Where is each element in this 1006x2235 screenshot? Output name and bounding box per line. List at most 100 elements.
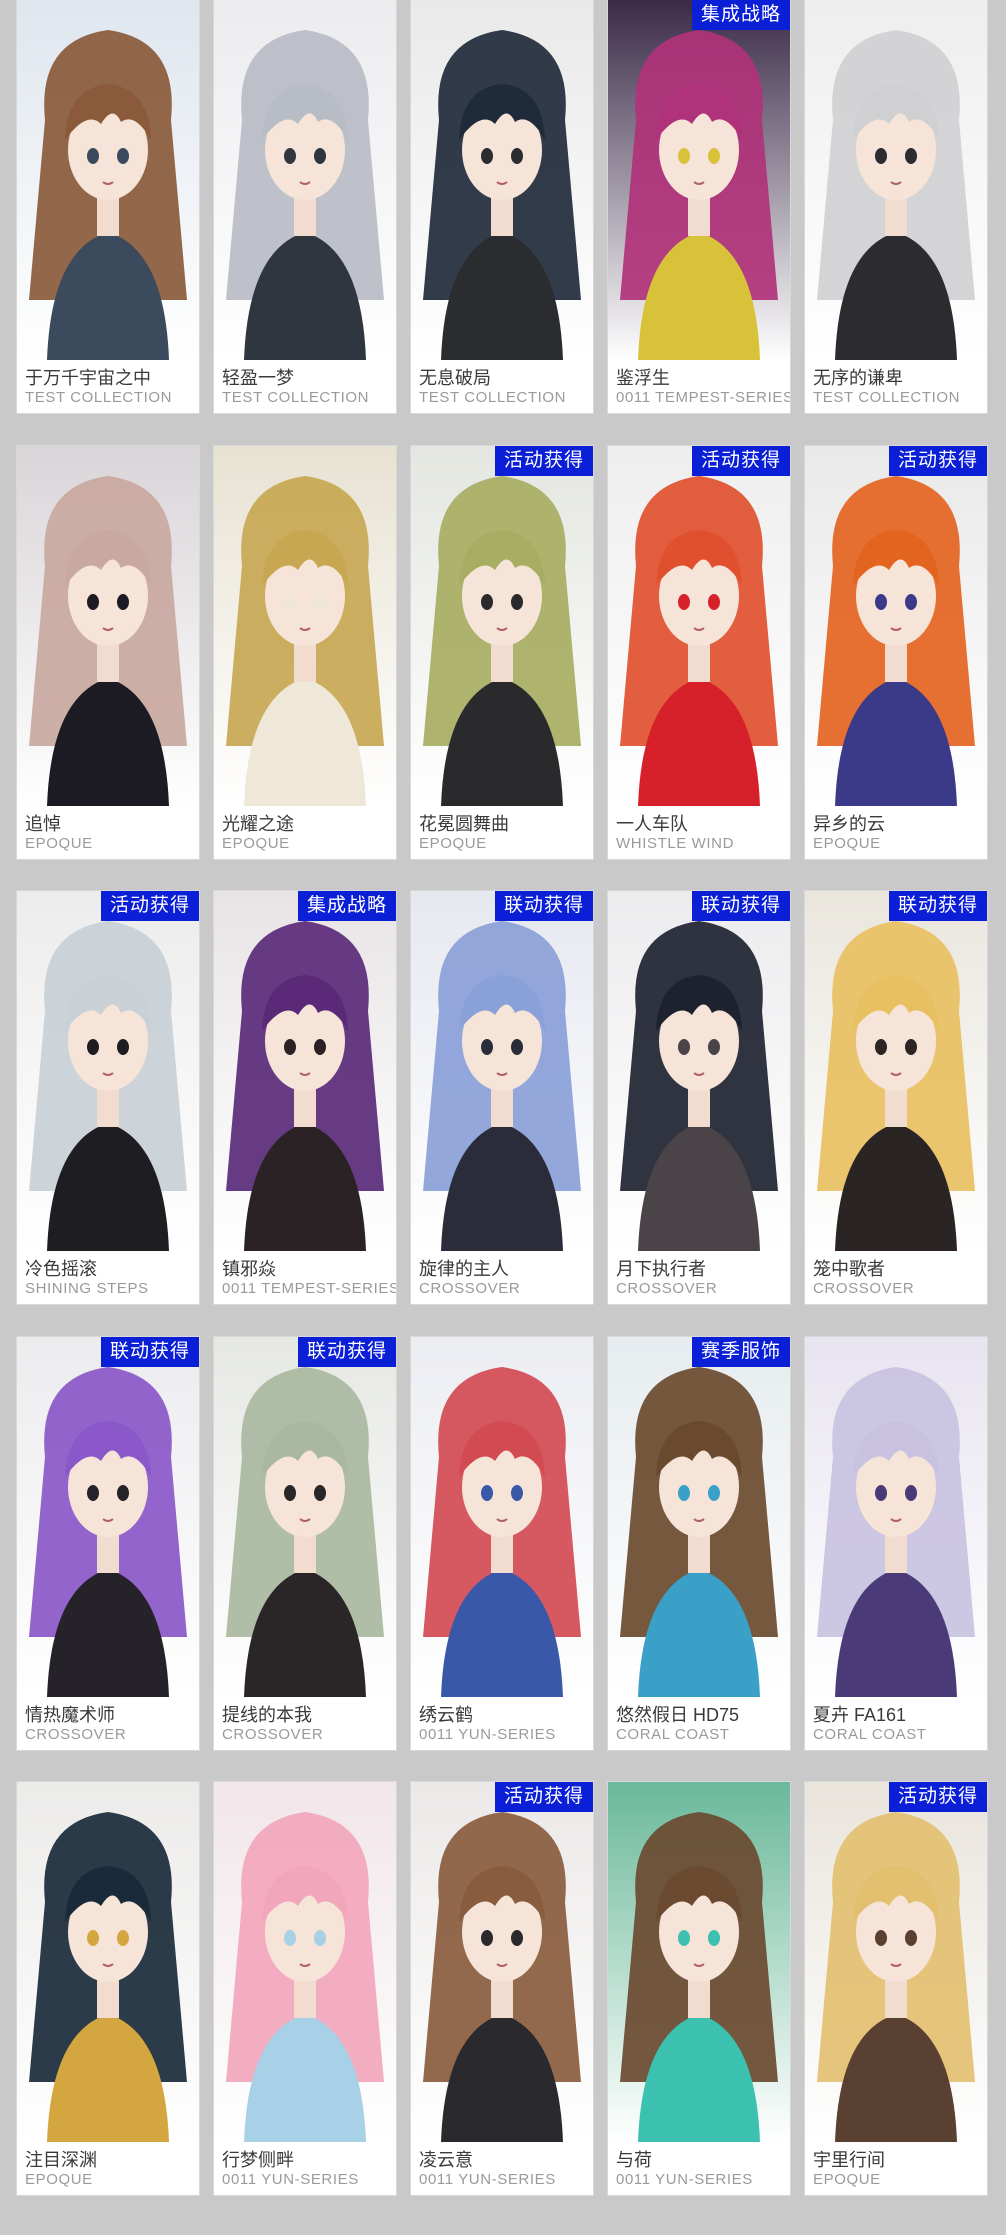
skin-series: EPOQUE	[813, 835, 881, 852]
skin-series: EPOQUE	[419, 835, 487, 852]
skin-card[interactable]: 活动获得宇里行间 EPOQUE	[805, 1782, 987, 2195]
skin-card[interactable]: 联动获得 情热魔术师 CROSSOVER	[17, 1337, 199, 1750]
skin-grid: 于万千宇宙之中 TEST COLLECTION 轻盈一梦 TEST COLLECTIO…	[0, 0, 1006, 2235]
acquisition-badge: 活动获得	[100, 891, 199, 921]
skin-series: 0011 TEMPEST-SERIES	[616, 389, 790, 406]
skin-card[interactable]: 联动获得 笼中歌者 CROSSOVER	[805, 891, 987, 1304]
skin-artwork	[608, 1782, 790, 2142]
skin-name: 宇里行间	[813, 2150, 885, 2170]
skin-artwork	[214, 446, 396, 806]
skin-artwork	[214, 0, 396, 360]
skin-artwork	[214, 1337, 396, 1697]
skin-series: TEST COLLECTION	[419, 389, 567, 406]
skin-artwork	[411, 0, 593, 360]
skin-name: 鉴浮生	[616, 368, 670, 388]
skin-series: 0011 YUN-SERIES	[222, 2171, 359, 2188]
acquisition-badge: 活动获得	[494, 446, 593, 476]
skin-series: CROSSOVER	[813, 1280, 915, 1297]
skin-name: 镇邪焱	[222, 1259, 276, 1279]
skin-artwork	[17, 1782, 199, 2142]
skin-name: 光耀之途	[222, 814, 294, 834]
skin-series: 0011 YUN-SERIES	[419, 1726, 556, 1743]
skin-card[interactable]: 活动获得 凌云意 0011 YUN-SERIES	[411, 1782, 593, 2195]
skin-artwork	[17, 1337, 199, 1697]
acquisition-badge: 联动获得	[691, 891, 790, 921]
skin-series: 0011 YUN-SERIES	[419, 2171, 556, 2188]
acquisition-badge: 赛季服饰	[691, 1337, 790, 1367]
skin-name: 无序的谦卑	[813, 368, 903, 388]
skin-series: CROSSOVER	[222, 1726, 324, 1743]
skin-artwork	[17, 0, 199, 360]
skin-name: 旋律的主人	[419, 1259, 509, 1279]
skin-artwork	[411, 891, 593, 1251]
skin-series: EPOQUE	[813, 2171, 881, 2188]
skin-card[interactable]: 夏卉 FA161 CORAL COAST	[805, 1337, 987, 1750]
skin-card[interactable]: 光耀之途 EPOQUE	[214, 446, 396, 859]
skin-artwork	[608, 1337, 790, 1697]
skin-series: CROSSOVER	[616, 1280, 718, 1297]
skin-card[interactable]: 活动获得 异乡的云 EPOQUE	[805, 446, 987, 859]
skin-card[interactable]: 无序的谦卑 TEST COLLECTION	[805, 0, 987, 413]
skin-name: 与荷	[616, 2150, 652, 2170]
skin-card[interactable]: 联动获得旋律的主人 CROSSOVER	[411, 891, 593, 1304]
skin-artwork	[608, 446, 790, 806]
skin-artwork	[411, 1782, 593, 2142]
skin-series: EPOQUE	[25, 835, 93, 852]
skin-artwork	[805, 1782, 987, 2142]
acquisition-badge: 活动获得	[888, 1782, 987, 1812]
skin-artwork	[805, 446, 987, 806]
skin-name: 冷色摇滚	[25, 1259, 97, 1279]
skin-card[interactable]: 于万千宇宙之中 TEST COLLECTION	[17, 0, 199, 413]
skin-card[interactable]: 联动获得 月下执行者 CROSSOVER	[608, 891, 790, 1304]
acquisition-badge: 联动获得	[297, 1337, 396, 1367]
skin-name: 一人车队	[616, 814, 688, 834]
skin-series: CROSSOVER	[419, 1280, 521, 1297]
skin-card[interactable]: 绣云鹤 0011 YUN-SERIES	[411, 1337, 593, 1750]
skin-series: EPOQUE	[222, 835, 290, 852]
skin-card[interactable]: 集成战略 鉴浮生 0011 TEMPEST-SERIES	[608, 0, 790, 413]
skin-card[interactable]: 活动获得冷色摇滚 SHINING STEPS	[17, 891, 199, 1304]
skin-card[interactable]: 活动获得一人车队 WHISTLE WIND	[608, 446, 790, 859]
skin-name: 无息破局	[419, 368, 491, 388]
skin-name: 情热魔术师	[25, 1705, 115, 1725]
skin-series: CORAL COAST	[616, 1726, 730, 1743]
skin-name: 轻盈一梦	[222, 368, 294, 388]
skin-name: 绣云鹤	[419, 1705, 473, 1725]
skin-card[interactable]: 轻盈一梦 TEST COLLECTION	[214, 0, 396, 413]
skin-series: TEST COLLECTION	[25, 389, 173, 406]
skin-card[interactable]: 联动获得提线的本我 CROSSOVER	[214, 1337, 396, 1750]
skin-name: 悠然假日 HD75	[616, 1705, 740, 1725]
skin-artwork	[411, 446, 593, 806]
skin-name: 花冕圆舞曲	[419, 814, 509, 834]
skin-artwork	[214, 891, 396, 1251]
skin-artwork	[17, 446, 199, 806]
skin-series: 0011 YUN-SERIES	[616, 2171, 753, 2188]
skin-card[interactable]: 注目深渊 EPOQUE	[17, 1782, 199, 2195]
acquisition-badge: 活动获得	[888, 446, 987, 476]
acquisition-badge: 联动获得	[494, 891, 593, 921]
skin-series: 0011 TEMPEST-SERIES	[222, 1280, 396, 1297]
skin-card[interactable]: 活动获得花冕圆舞曲 EPOQUE	[411, 446, 593, 859]
skin-series: CROSSOVER	[25, 1726, 127, 1743]
skin-artwork	[608, 891, 790, 1251]
skin-card[interactable]: 追悼 EPOQUE	[17, 446, 199, 859]
skin-series: TEST COLLECTION	[222, 389, 370, 406]
acquisition-badge: 联动获得	[888, 891, 987, 921]
skin-series: EPOQUE	[25, 2171, 93, 2188]
skin-name: 提线的本我	[222, 1705, 312, 1725]
skin-series: SHINING STEPS	[25, 1280, 149, 1297]
skin-series: CORAL COAST	[813, 1726, 927, 1743]
skin-name: 于万千宇宙之中	[25, 368, 151, 388]
skin-card[interactable]: 赛季服饰悠然假日 HD75 CORAL COAST	[608, 1337, 790, 1750]
acquisition-badge: 集成战略	[297, 891, 396, 921]
skin-artwork	[17, 891, 199, 1251]
skin-artwork	[805, 0, 987, 360]
skin-series: WHISTLE WIND	[616, 835, 735, 852]
acquisition-badge: 活动获得	[691, 446, 790, 476]
skin-card[interactable]: 行梦侧畔 0011 YUN-SERIES	[214, 1782, 396, 2195]
skin-card[interactable]: 与荷 0011 YUN-SERIES	[608, 1782, 790, 2195]
skin-name: 注目深渊	[25, 2150, 97, 2170]
skin-series: TEST COLLECTION	[813, 389, 961, 406]
skin-card[interactable]: 集成战略镇邪焱 0011 TEMPEST-SERIES	[214, 891, 396, 1304]
skin-card[interactable]: 无息破局 TEST COLLECTION	[411, 0, 593, 413]
